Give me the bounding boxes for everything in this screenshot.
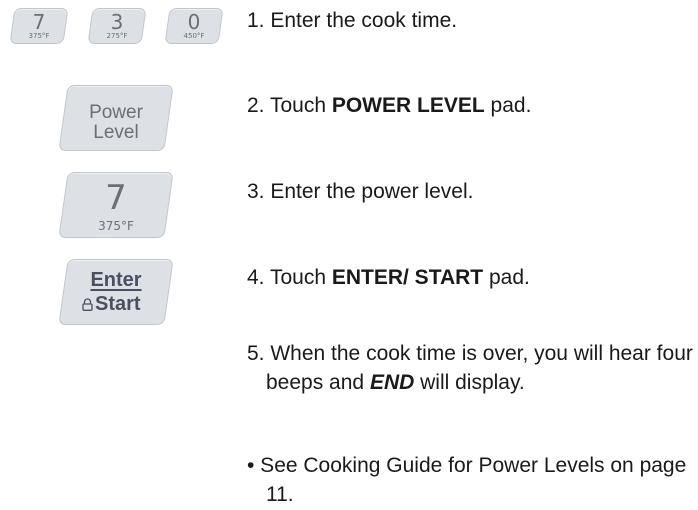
step-4-bold: ENTER/ START <box>331 266 484 289</box>
temperature-label: 375°F <box>98 219 134 233</box>
keypad-3-button[interactable]: 3 275°F <box>87 8 147 44</box>
step-4-suffix: pad. <box>483 266 530 289</box>
step-5-bold: END <box>369 371 415 394</box>
power-level-line2: Level <box>93 122 139 143</box>
power-level-line1: Power <box>89 102 143 123</box>
digit-label: 0 <box>187 10 201 34</box>
keypad-7-button[interactable]: 7 375°F <box>9 8 69 44</box>
digit-label: 3 <box>110 10 124 34</box>
lock-icon <box>82 298 93 311</box>
step-2-suffix: pad. <box>484 94 532 117</box>
step-2-prefix: 2. Touch <box>247 94 332 117</box>
start-label: Start <box>95 293 141 315</box>
step-1: 1. Enter the cook time. <box>247 9 458 32</box>
digit-label: 7 <box>105 178 127 218</box>
step-4-prefix: 4. Touch <box>247 266 332 289</box>
note-cooking-guide: • See Cooking Guide for Power Levels on … <box>247 454 687 506</box>
enter-start-button[interactable]: Enter Start <box>58 259 174 325</box>
step-2: 2. Touch POWER LEVEL pad. <box>247 91 531 120</box>
enter-label: Enter <box>90 269 142 291</box>
temperature-label: 375°F <box>28 32 50 40</box>
power-level-button[interactable]: Power Level <box>58 85 174 151</box>
step-5: 5. When the cook time is over, you will … <box>247 339 698 397</box>
keypad-7-large-button[interactable]: 7 375°F <box>58 172 174 238</box>
step-2-bold: POWER LEVEL <box>331 94 485 117</box>
temperature-label: 275°F <box>106 32 128 40</box>
step-3: 3. Enter the power level. <box>247 180 474 203</box>
step-4: 4. Touch ENTER/ START pad. <box>247 263 530 292</box>
keypad-0-button[interactable]: 0 450°F <box>164 8 224 44</box>
digit-label: 7 <box>32 10 46 34</box>
step-5-suffix: will display. <box>414 371 525 394</box>
temperature-label: 450°F <box>183 32 205 40</box>
